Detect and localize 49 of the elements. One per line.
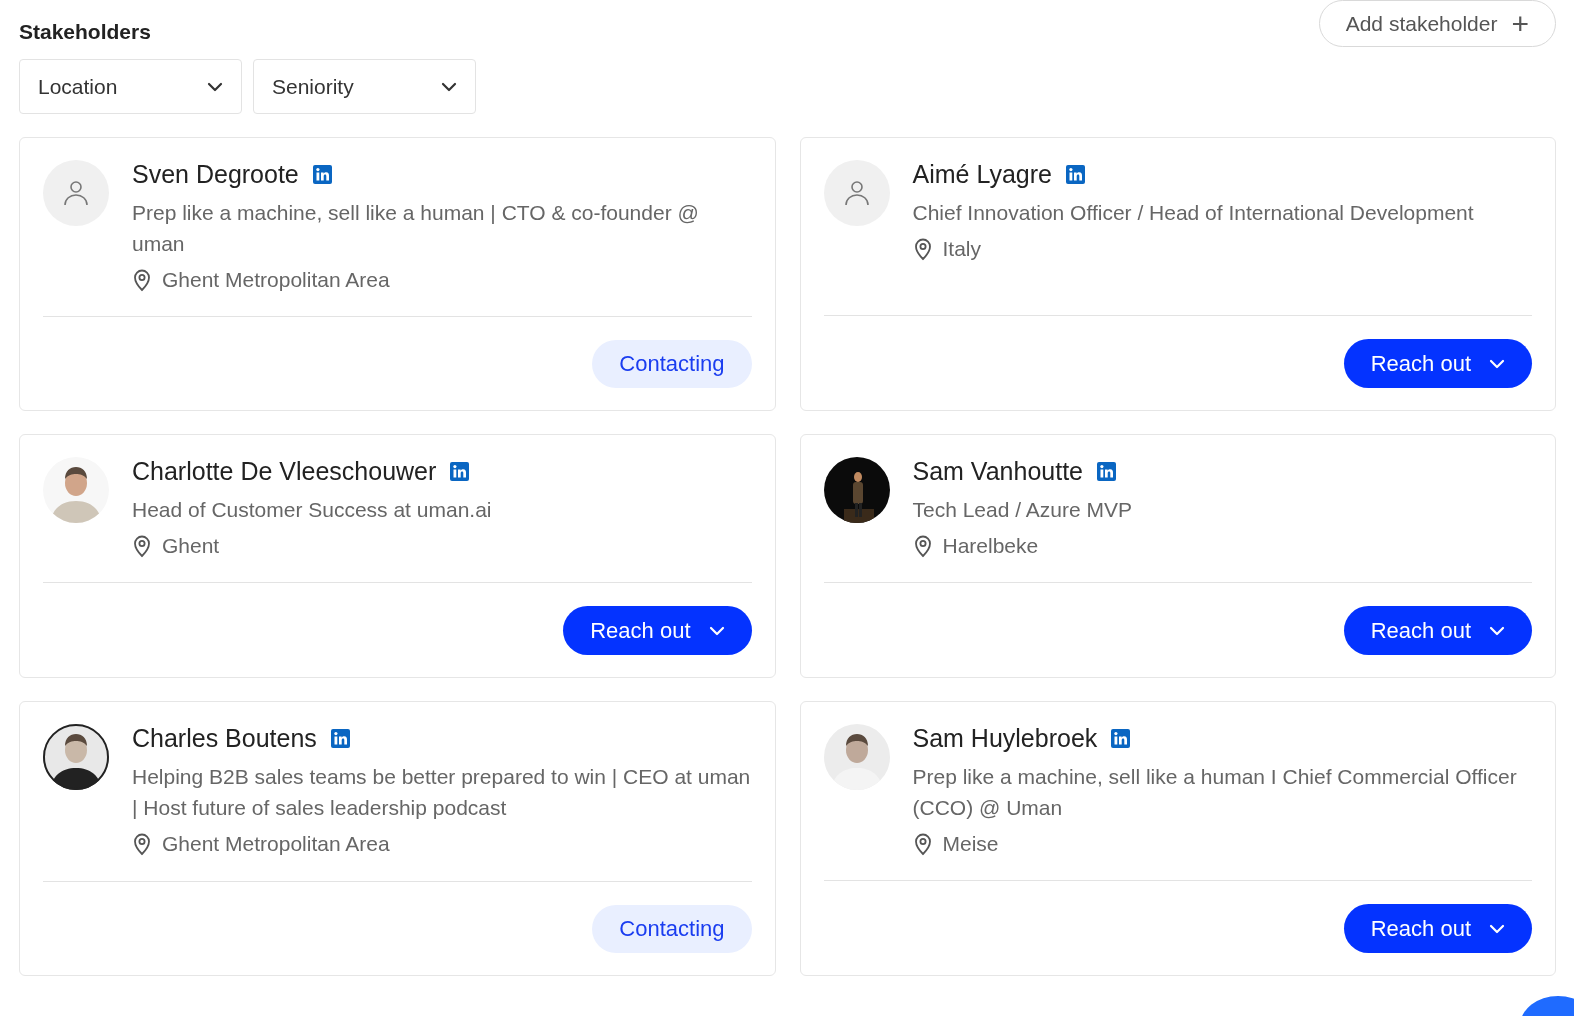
caret-icon [1489, 923, 1505, 934]
filter-dropdown[interactable]: Location [19, 59, 242, 114]
status-badge: Contacting [592, 905, 752, 953]
stakeholder-headline: Helping B2B sales teams be better prepared to win | CEO at uman | Host future of sales leadership podcast [132, 764, 752, 821]
filter-dropdown[interactable]: Seniority [253, 59, 476, 114]
plus-icon: + [1511, 8, 1529, 39]
location-pin-icon [132, 268, 152, 292]
stakeholder-headline: Chief Innovation Officer / Head of International Development [912, 200, 1475, 226]
location-pin-icon [912, 237, 933, 261]
linkedin-icon[interactable] [450, 462, 470, 481]
reach-out-button[interactable]: Reach out [1343, 339, 1532, 388]
stakeholder-name: Charles Boutens [132, 724, 317, 753]
stakeholder-location: Ghent Metropolitan Area [162, 268, 390, 292]
location-pin-icon [912, 832, 933, 856]
linkedin-icon[interactable] [1111, 729, 1131, 748]
chevron-down-icon [207, 81, 223, 92]
stakeholder-location: Ghent [162, 534, 220, 558]
linkedin-icon[interactable] [1065, 165, 1085, 184]
stakeholder-name: Sven Degroote [132, 160, 299, 189]
location-pin-icon [912, 534, 933, 558]
caret-icon [1489, 358, 1505, 369]
status-badge: Contacting [592, 340, 752, 388]
stakeholder-location: Italy [942, 237, 981, 261]
linkedin-icon[interactable] [312, 165, 332, 184]
reach-out-button[interactable]: Reach out [1343, 606, 1532, 655]
chevron-down-icon [441, 81, 457, 92]
location-pin-icon [132, 832, 152, 856]
linkedin-icon[interactable] [330, 729, 350, 748]
stakeholder-name: Sam Huylebroek [912, 724, 1098, 753]
stakeholder-name: Sam Vanhoutte [912, 457, 1083, 486]
caret-icon [1489, 625, 1505, 636]
reach-out-button[interactable]: Reach out [1343, 904, 1532, 953]
user-icon [842, 179, 871, 207]
stakeholder-headline: Tech Lead / Azure MVP [912, 497, 1133, 523]
stakeholder-location: Ghent Metropolitan Area [162, 832, 390, 856]
add-stakeholder-button[interactable]: Add stakeholder + [1318, 0, 1556, 47]
location-pin-icon [132, 534, 152, 558]
stakeholder-name: Charlotte De Vleeschouwer [132, 457, 437, 486]
stakeholder-name: Aimé Lyagre [912, 160, 1052, 189]
stakeholder-headline: Prep like a machine, sell like a human | CTO & co-founder @ uman [132, 200, 700, 257]
stakeholder-headline: Head of Customer Success at uman.ai [132, 497, 493, 523]
stakeholder-headline: Prep like a machine, sell like a human I Chief Commercial Officer (CCO) @ Uman [912, 764, 1518, 821]
page-title: Stakeholders [19, 20, 151, 44]
stakeholder-location: Harelbeke [942, 534, 1039, 558]
user-icon [62, 179, 90, 207]
caret-icon [708, 625, 725, 636]
stakeholder-location: Meise [942, 832, 999, 856]
linkedin-icon[interactable] [1097, 462, 1116, 481]
reach-out-button[interactable]: Reach out [563, 606, 752, 655]
